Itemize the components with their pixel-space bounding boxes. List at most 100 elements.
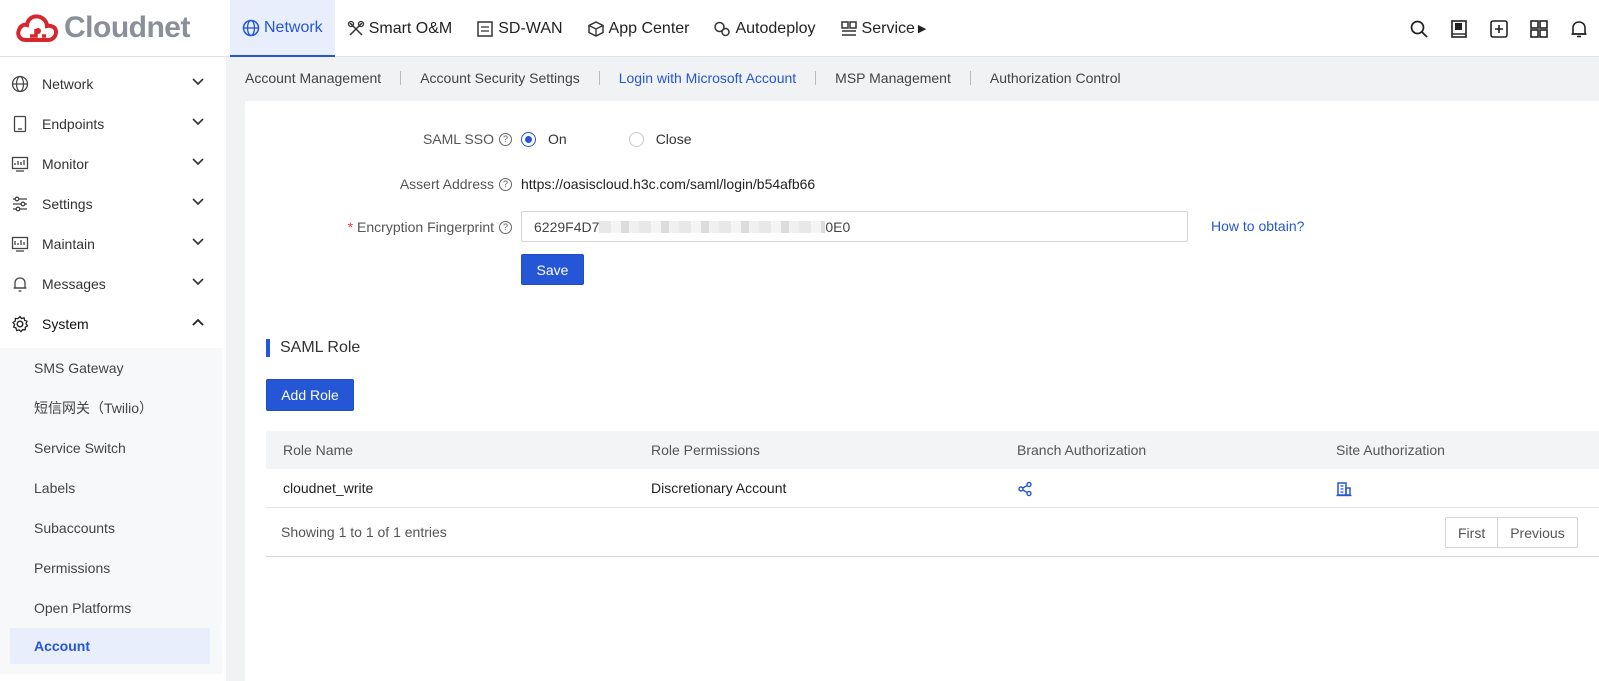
- nav-sdwan-label: SD-WAN: [498, 19, 563, 37]
- radio-checked-icon: [521, 131, 536, 147]
- saml-sso-label-wrap: SAML SSO ?: [423, 131, 512, 147]
- how-to-obtain-link[interactable]: How to obtain?: [1211, 218, 1304, 234]
- sidebar-item-system[interactable]: System: [0, 304, 222, 344]
- nav-app-center-label: App Center: [608, 19, 690, 37]
- add-button[interactable]: [1479, 0, 1519, 57]
- tab-msp-management[interactable]: MSP Management: [835, 70, 951, 86]
- bell-icon: [1571, 20, 1587, 37]
- save-button[interactable]: Save: [521, 254, 584, 285]
- top-right-icons: [1399, 0, 1599, 57]
- sidebar-item-label: Network: [42, 76, 94, 92]
- globe-icon: [10, 74, 30, 94]
- branch-authorization-button[interactable]: [1017, 481, 1033, 500]
- search-button[interactable]: [1399, 0, 1439, 57]
- pager-first-button[interactable]: First: [1446, 518, 1499, 547]
- help-icon[interactable]: ?: [499, 177, 512, 191]
- nav-network-label: Network: [264, 18, 323, 36]
- tab-authorization-control[interactable]: Authorization Control: [990, 70, 1121, 86]
- book-icon: [1451, 19, 1467, 38]
- help-icon[interactable]: ?: [499, 132, 512, 146]
- fingerprint-input[interactable]: 6229F4D7 0E0: [521, 211, 1188, 242]
- nav-sdwan[interactable]: SD-WAN: [464, 0, 574, 57]
- tab-account-management[interactable]: Account Management: [245, 70, 381, 86]
- saml-role-section-title: SAML Role: [266, 339, 360, 357]
- table-row: cloudnet_write Discretionary Account: [266, 469, 1599, 508]
- app: Cloudnet Network Smart O&M SD-WAN App Ce…: [0, 0, 1599, 681]
- tab-account-security-settings[interactable]: Account Security Settings: [420, 70, 580, 86]
- sidebar-subitem-open-platforms[interactable]: Open Platforms: [0, 588, 222, 628]
- col-role-name: Role Name: [283, 442, 354, 458]
- cube-icon: [587, 20, 604, 37]
- saml-close-label: Close: [655, 131, 692, 147]
- sidebar-item-label: Maintain: [42, 236, 95, 252]
- sidebar-item-label: System: [42, 316, 89, 332]
- saml-sso-on-radio[interactable]: On: [521, 131, 567, 147]
- nav-app-center[interactable]: App Center: [575, 0, 702, 57]
- saml-role-title: SAML Role: [280, 339, 361, 356]
- share-nodes-icon: [1018, 481, 1032, 497]
- sliders-icon: [10, 194, 30, 214]
- sidebar-subitem-sms-gateway[interactable]: SMS Gateway: [0, 348, 222, 388]
- fingerprint-suffix: 0E0: [825, 218, 851, 235]
- fingerprint-label: Encryption Fingerprint: [357, 219, 494, 235]
- sidebar-item-settings[interactable]: Settings: [0, 184, 222, 224]
- sidebar-item-label: Messages: [42, 276, 106, 292]
- sidebar-item-endpoints[interactable]: Endpoints: [0, 104, 222, 144]
- sidebar-subitem-labels[interactable]: Labels: [0, 468, 222, 508]
- pagination: First Previous: [1445, 517, 1578, 548]
- brand-name: Cloudnet: [64, 11, 190, 44]
- top-navbar: Cloudnet Network Smart O&M SD-WAN App Ce…: [0, 0, 1599, 57]
- search-icon: [1410, 20, 1428, 38]
- sidebar-item-monitor[interactable]: Monitor: [0, 144, 222, 184]
- nav-service[interactable]: Service ▶: [828, 0, 939, 57]
- system-submenu: SMS Gateway 短信网关（Twilio） Service Switch …: [0, 348, 222, 674]
- sidebar-item-label: Monitor: [42, 156, 89, 172]
- building-icon: [1336, 482, 1352, 497]
- chevron-down-icon: [192, 238, 204, 246]
- apps-button[interactable]: [1519, 0, 1559, 57]
- nav-autodeploy[interactable]: Autodeploy: [701, 0, 827, 57]
- sidebar-subitem-sms-twilio[interactable]: 短信网关（Twilio）: [0, 388, 222, 428]
- assert-address-label: Assert Address: [399, 176, 494, 192]
- grid-icon: [1530, 19, 1548, 38]
- assert-address-value: https://oasiscloud.h3c.com/saml/login/b5…: [521, 176, 816, 192]
- tablet-icon: [10, 114, 30, 134]
- nav-service-label: Service: [861, 19, 915, 37]
- globe-icon: [242, 19, 260, 36]
- saml-sso-radio-group: On Close: [521, 131, 691, 147]
- table-footer: Showing 1 to 1 of 1 entries First Previo…: [266, 508, 1599, 557]
- sidebar-item-messages[interactable]: Messages: [0, 264, 222, 304]
- tools-icon: [347, 20, 364, 36]
- col-role-permissions: Role Permissions: [651, 442, 760, 458]
- sidebar-subitem-service-switch[interactable]: Service Switch: [0, 428, 222, 468]
- tab-divider: [969, 71, 971, 85]
- saml-sso-close-radio[interactable]: Close: [628, 131, 692, 147]
- sidebar-subitem-subaccounts[interactable]: Subaccounts: [0, 508, 222, 548]
- site-authorization-button[interactable]: [1336, 481, 1352, 500]
- cloud-logo-icon: [16, 14, 59, 42]
- docs-button[interactable]: [1439, 0, 1479, 57]
- caret-right-icon: ▶: [917, 23, 927, 35]
- cloudnet-logo[interactable]: Cloudnet: [16, 8, 190, 48]
- sidebar-item-label: Settings: [42, 196, 93, 212]
- redacted-mask: [599, 220, 826, 233]
- tab-login-microsoft[interactable]: Login with Microsoft Account: [619, 70, 796, 86]
- chevron-down-icon: [192, 158, 204, 166]
- pager-previous-button[interactable]: Previous: [1498, 518, 1576, 547]
- chevron-down-icon: [192, 198, 204, 206]
- nav-network[interactable]: Network: [230, 0, 335, 57]
- chevron-down-icon: [192, 78, 204, 86]
- saml-role-table: Role Name Role Permissions Branch Author…: [266, 431, 1599, 508]
- add-role-button[interactable]: Add Role: [266, 379, 354, 411]
- nav-smart-om[interactable]: Smart O&M: [335, 0, 465, 57]
- notifications-button[interactable]: [1559, 0, 1599, 57]
- bell-icon: [10, 274, 30, 294]
- help-icon[interactable]: ?: [499, 220, 512, 234]
- sidebar-item-maintain[interactable]: Maintain: [0, 224, 222, 264]
- table-header: Role Name Role Permissions Branch Author…: [266, 431, 1599, 469]
- sidebar-subitem-permissions[interactable]: Permissions: [0, 548, 222, 588]
- tab-divider: [400, 71, 402, 85]
- sidebar-subitem-account[interactable]: Account: [10, 628, 210, 664]
- sdwan-icon: [477, 20, 493, 37]
- sidebar-item-network[interactable]: Network: [0, 64, 222, 104]
